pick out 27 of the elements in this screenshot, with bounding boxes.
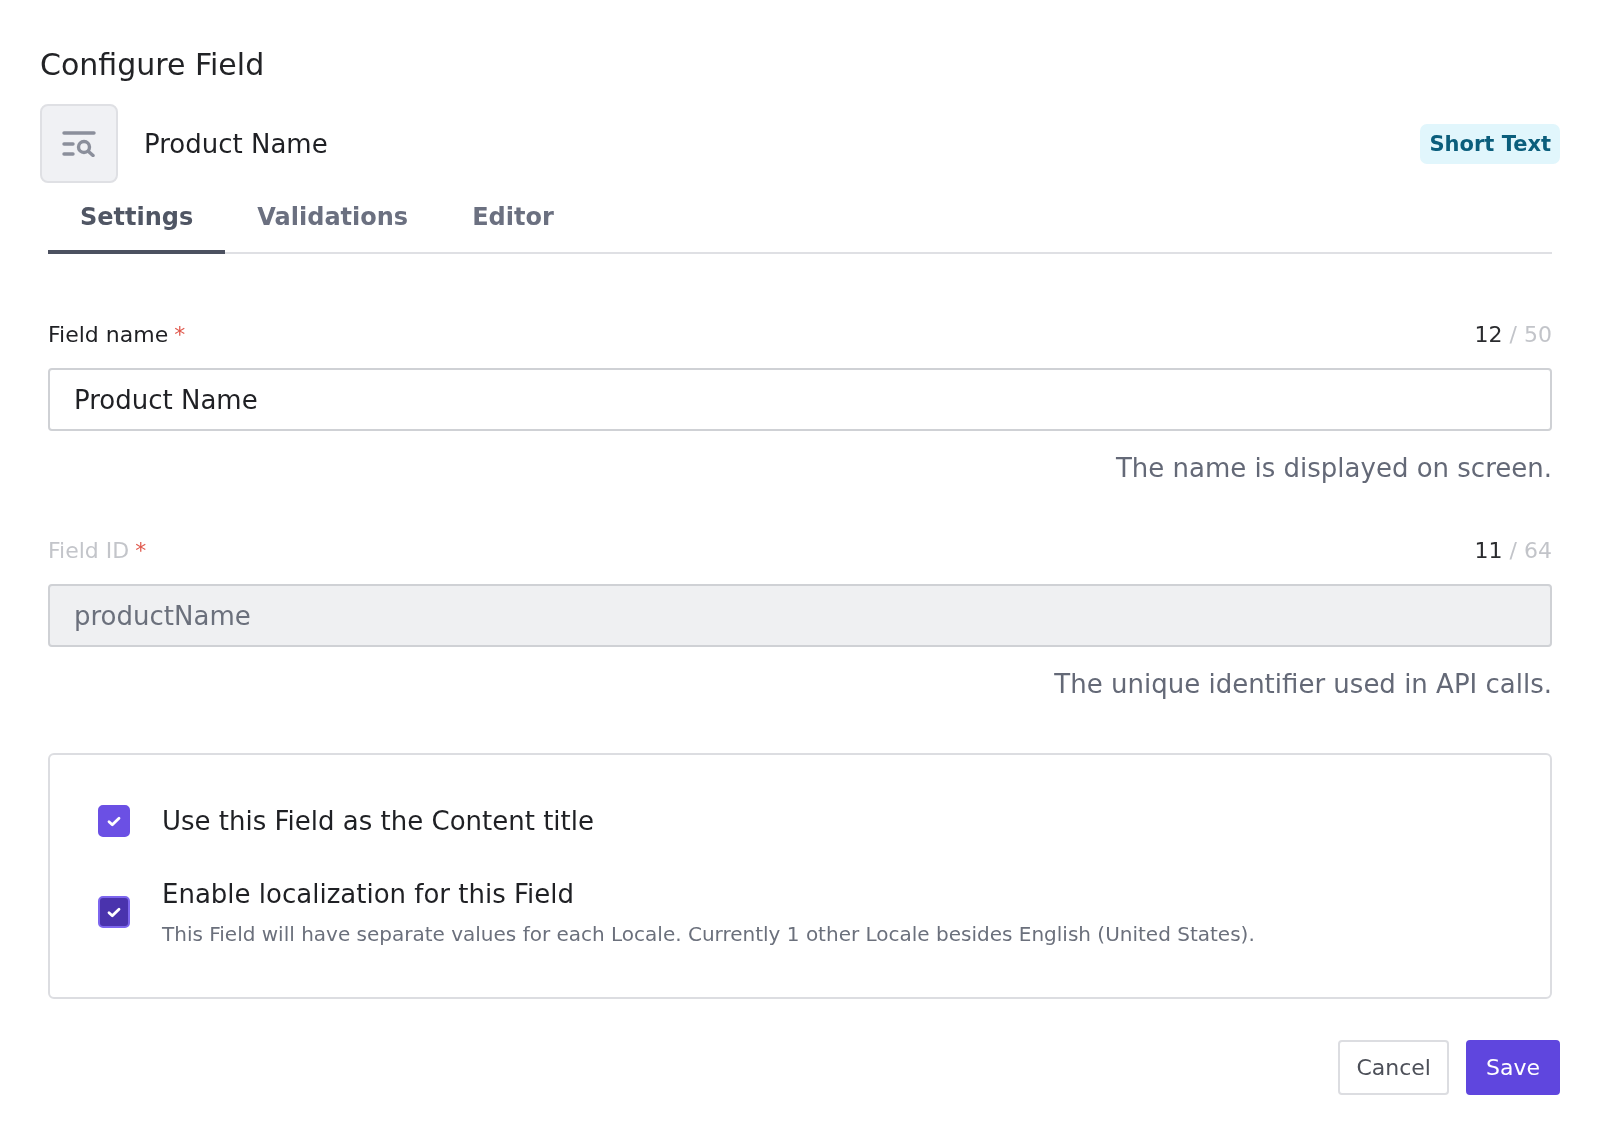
character-limit: / 64 <box>1509 537 1552 565</box>
text-input[interactable]: Product Name <box>48 368 1552 431</box>
help-text: The unique identifier used in API calls. <box>1054 668 1552 701</box>
required-mark: * <box>135 537 147 565</box>
character-limit: / 50 <box>1509 321 1552 349</box>
checkbox-label: Enable localization for this Field <box>162 878 575 911</box>
tab[interactable]: Settings <box>48 183 226 254</box>
checkbox[interactable] <box>98 896 130 928</box>
checkbox[interactable] <box>98 805 130 837</box>
required-mark: * <box>174 321 186 349</box>
save-button[interactable]: Save <box>1466 1040 1560 1095</box>
help-text: The name is displayed on screen. <box>1115 452 1552 485</box>
check-icon <box>107 906 121 918</box>
tab[interactable]: Validations <box>225 183 441 254</box>
option-description: This Field will have separate values for each Locale. Currently 1 other Locale besides English (United States). <box>162 921 1255 948</box>
field-label: Field ID <box>48 537 130 565</box>
dialog-title: Configure Field <box>40 46 265 84</box>
tab[interactable]: Editor <box>440 183 586 254</box>
checkbox-label: Use this Field as the Content title <box>162 805 594 838</box>
character-count: 12 <box>1474 321 1503 349</box>
field-name: Product Name <box>144 127 328 161</box>
character-count: 11 <box>1474 537 1503 565</box>
field-label: Field name <box>48 321 169 349</box>
cancel-button[interactable]: Cancel <box>1338 1040 1449 1095</box>
list-search-icon <box>40 104 118 183</box>
field-type-badge: Short Text <box>1420 123 1560 164</box>
check-icon <box>107 815 121 827</box>
